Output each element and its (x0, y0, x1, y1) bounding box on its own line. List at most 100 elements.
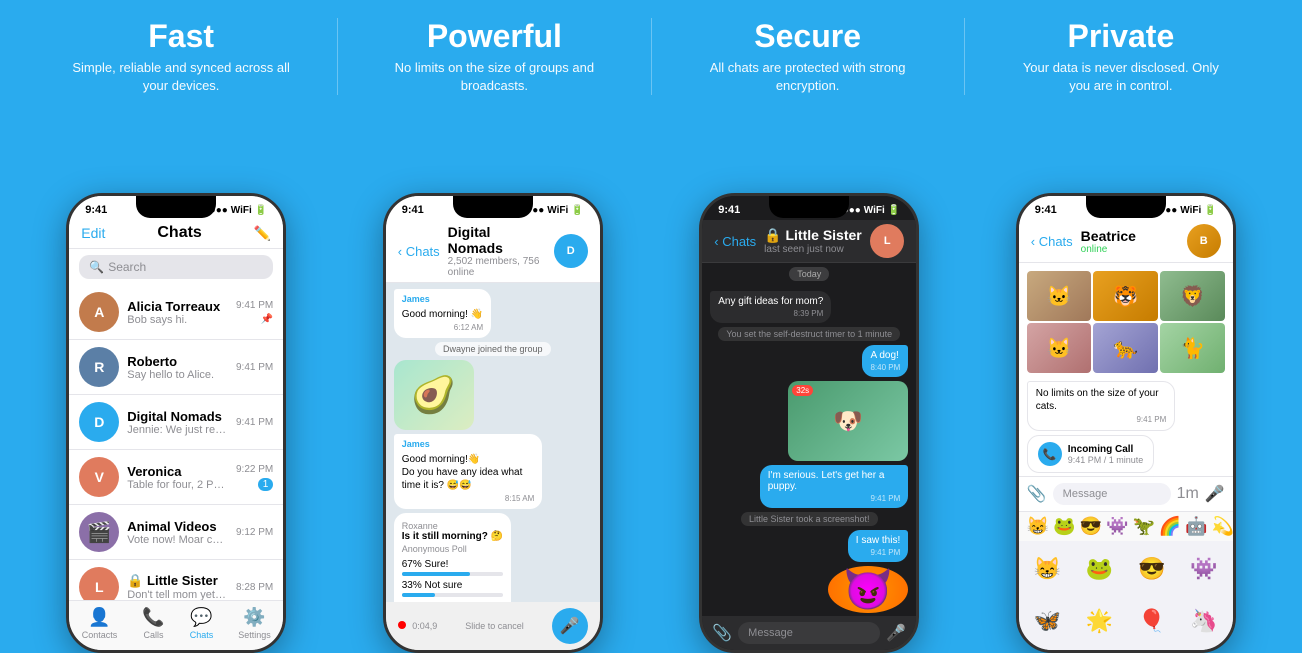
section-secure: Secure All chats are protected with stro… (657, 18, 959, 95)
phone3-time: 9:41 (718, 204, 740, 216)
sticker-6[interactable]: 🌟 (1075, 597, 1124, 646)
call-icon: 📞 (1038, 442, 1062, 466)
chat-item-animal-videos[interactable]: 🎬 Animal Videos Vote now! Moar cat video… (69, 505, 283, 560)
phone-3: 9:41 ●●● WiFi 🔋 ‹ Chats 🔒 Little Sister … (699, 193, 919, 653)
msg-serious-puppy: I'm serious. Let's get her a puppy. 9:41… (760, 465, 909, 508)
chat-item-little-sister[interactable]: L 🔒 Little Sister Don't tell mom yet, bu… (69, 560, 283, 600)
emoji-8[interactable]: 💫 (1212, 516, 1233, 537)
phone1-search[interactable]: 🔍 Search (79, 255, 273, 279)
msg-gift-ideas: Any gift ideas for mom? 8:39 PM (710, 291, 831, 323)
phone2-group-avatar: D (554, 234, 588, 268)
phone3-back-btn[interactable]: ‹ Chats (714, 234, 756, 249)
phone1-bottom-nav: 👤 Contacts 📞 Calls 💬 Chats ⚙️ Settings (69, 600, 283, 650)
phone3-message-input[interactable]: Message (738, 622, 880, 644)
sticker-monster: 😈 (828, 566, 908, 613)
emoji-4[interactable]: 👾 (1106, 516, 1128, 537)
nav-chats[interactable]: 💬 Chats (190, 607, 214, 640)
phone2-back-btn[interactable]: ‹ Chats (398, 244, 440, 259)
msg-i-saw-this: I saw this! 9:41 PM (848, 530, 908, 562)
phone2-recording-bar: 0:04,9 Slide to cancel 🎤 (386, 602, 600, 650)
phone2-slide-cancel: Slide to cancel (465, 621, 524, 631)
phone-1: 9:41 ●●● WiFi 🔋 Edit Chats ✏️ 🔍 Search (66, 193, 286, 653)
phone3-chat-header: ‹ Chats 🔒 Little Sister last seen just n… (702, 220, 916, 263)
today-label: Today (789, 267, 829, 281)
phone-1-wrapper: 9:41 ●●● WiFi 🔋 Edit Chats ✏️ 🔍 Search (18, 193, 335, 653)
emoji-6[interactable]: 🌈 (1159, 516, 1181, 537)
section-powerful-title: Powerful (427, 18, 562, 55)
phone-2-wrapper: 9:41 ●●● WiFi 🔋 ‹ Chats Digital Nomads 2… (335, 193, 652, 653)
phone4-emoji-bar: 😸 🐸 😎 👾 🦖 🌈 🤖 💫 🎃 🐙 (1019, 511, 1233, 541)
chat-item-roberto[interactable]: R Roberto Say hello to Alice. 9:41 PM (69, 340, 283, 395)
section-private-subtitle: Your data is never disclosed. Only you a… (1011, 59, 1231, 95)
section-secure-subtitle: All chats are protected with strong encr… (698, 59, 918, 95)
emoji-1[interactable]: 😸 (1027, 516, 1049, 537)
emoji-5[interactable]: 🦖 (1132, 516, 1154, 537)
incoming-call-label: Incoming Call (1068, 444, 1144, 455)
sticker-5[interactable]: 🦋 (1023, 597, 1072, 646)
chat-item-digital-nomads[interactable]: D Digital Nomads Jennie: We just reached… (69, 395, 283, 450)
msg-james-time: James Good morning!👋Do you have any idea… (394, 434, 543, 509)
avatar-alicia: A (79, 292, 119, 332)
phone4-message-input[interactable]: Message (1053, 483, 1171, 505)
nav-calls[interactable]: 📞 Calls (142, 607, 164, 640)
mic-icon[interactable]: 🎤 (886, 623, 906, 643)
phone-2: 9:41 ●●● WiFi 🔋 ‹ Chats Digital Nomads 2… (383, 193, 603, 653)
phone4-chat-header: ‹ Chats Beatrice online B (1019, 220, 1233, 263)
phone2-messages: James Good morning! 👋 6:12 AM Dwayne joi… (386, 283, 600, 602)
sticker-7[interactable]: 🎈 (1127, 597, 1176, 646)
mic-button[interactable]: 🎤 (552, 608, 588, 644)
chat-content-alicia: Alicia Torreaux Bob says hi. (127, 299, 228, 326)
phone4-messages: 🐱 🐯 🦁 🐱 🐆 🐈 No limits on the size of you… (1019, 263, 1233, 476)
avatar-digital-nomads: D (79, 402, 119, 442)
msg-james-morning: James Good morning! 👋 6:12 AM (394, 289, 491, 338)
sticker-3[interactable]: 😎 (1127, 545, 1176, 594)
phone4-back-btn[interactable]: ‹ Chats (1031, 234, 1073, 249)
emoji-3[interactable]: 😎 (1080, 516, 1102, 537)
sticker-1[interactable]: 😸 (1023, 545, 1072, 594)
photo-cat-1: 🐱 (1027, 271, 1092, 321)
phone1-compose-icon[interactable]: ✏️ (254, 225, 271, 242)
photo-cat-3: 🦁 (1160, 271, 1225, 321)
section-fast-subtitle: Simple, reliable and synced across all y… (71, 59, 291, 95)
phone3-input-bar: 📎 Message 🎤 (702, 616, 916, 650)
nav-settings[interactable]: ⚙️ Settings (238, 607, 271, 640)
phone1-edit-btn[interactable]: Edit (81, 225, 105, 241)
phone4-mic-icon[interactable]: 🎤 (1205, 484, 1225, 504)
poll-morning: Roxanne Is it still morning? 🤔 Anonymous… (394, 513, 511, 602)
emoji-7[interactable]: 🤖 (1185, 516, 1207, 537)
phone4-chat-name: Beatrice (1081, 228, 1179, 244)
nav-contacts[interactable]: 👤 Contacts (82, 607, 118, 640)
sticker-8[interactable]: 🦄 (1180, 597, 1229, 646)
chat-item-veronica[interactable]: V Veronica Table for four, 2 PM. Be ther… (69, 450, 283, 505)
section-fast: Fast Simple, reliable and synced across … (30, 18, 332, 95)
msg-incoming-call: 📞 Incoming Call 9:41 PM / 1 minute (1027, 435, 1155, 473)
phone3-chat-sub: last seen just now (764, 244, 862, 255)
phone1-time: 9:41 (85, 204, 107, 216)
avatar-roberto: R (79, 347, 119, 387)
phone2-time: 9:41 (402, 204, 424, 216)
photo-cat-6: 🐈 (1160, 323, 1225, 373)
incoming-call-time: 9:41 PM / 1 minute (1068, 455, 1144, 465)
phone4-chat-sub: online (1081, 244, 1179, 255)
sticker-4[interactable]: 👾 (1180, 545, 1229, 594)
phone2-chat-header: ‹ Chats Digital Nomads 2,502 members, 75… (386, 220, 600, 283)
phone3-chat-name: 🔒 Little Sister (764, 227, 862, 244)
chat-item-alicia[interactable]: A Alicia Torreaux Bob says hi. 9:41 PM 📌 (69, 285, 283, 340)
sticker-2[interactable]: 🐸 (1075, 545, 1124, 594)
search-icon: 🔍 (89, 260, 104, 274)
photo-grid-cats: 🐱 🐯 🦁 🐱 🐆 🐈 (1027, 271, 1225, 373)
attachment-icon[interactable]: 📎 (712, 623, 732, 643)
record-indicator (398, 621, 406, 629)
phone1-status-icons: ●●● WiFi 🔋 (210, 205, 268, 216)
phone2-recording-time: 0:04,9 (412, 621, 437, 631)
photo-cat-4: 🐱 (1027, 323, 1092, 373)
phone1-nav: Edit Chats ✏️ (69, 220, 283, 249)
phone1-nav-title: Chats (157, 224, 201, 242)
phone3-messages: Any gift ideas for mom? 8:39 PM You set … (702, 285, 916, 616)
phone4-time: 9:41 (1035, 204, 1057, 216)
phone-3-wrapper: 9:41 ●●● WiFi 🔋 ‹ Chats 🔒 Little Sister … (651, 193, 968, 653)
section-private: Private Your data is never disclosed. On… (970, 18, 1272, 95)
emoji-2[interactable]: 🐸 (1053, 516, 1075, 537)
phone4-attachment-icon[interactable]: 📎 (1027, 484, 1047, 504)
phone4-sticker-pack: 😸 🐸 😎 👾 🦋 🌟 🎈 🦄 (1019, 541, 1233, 651)
